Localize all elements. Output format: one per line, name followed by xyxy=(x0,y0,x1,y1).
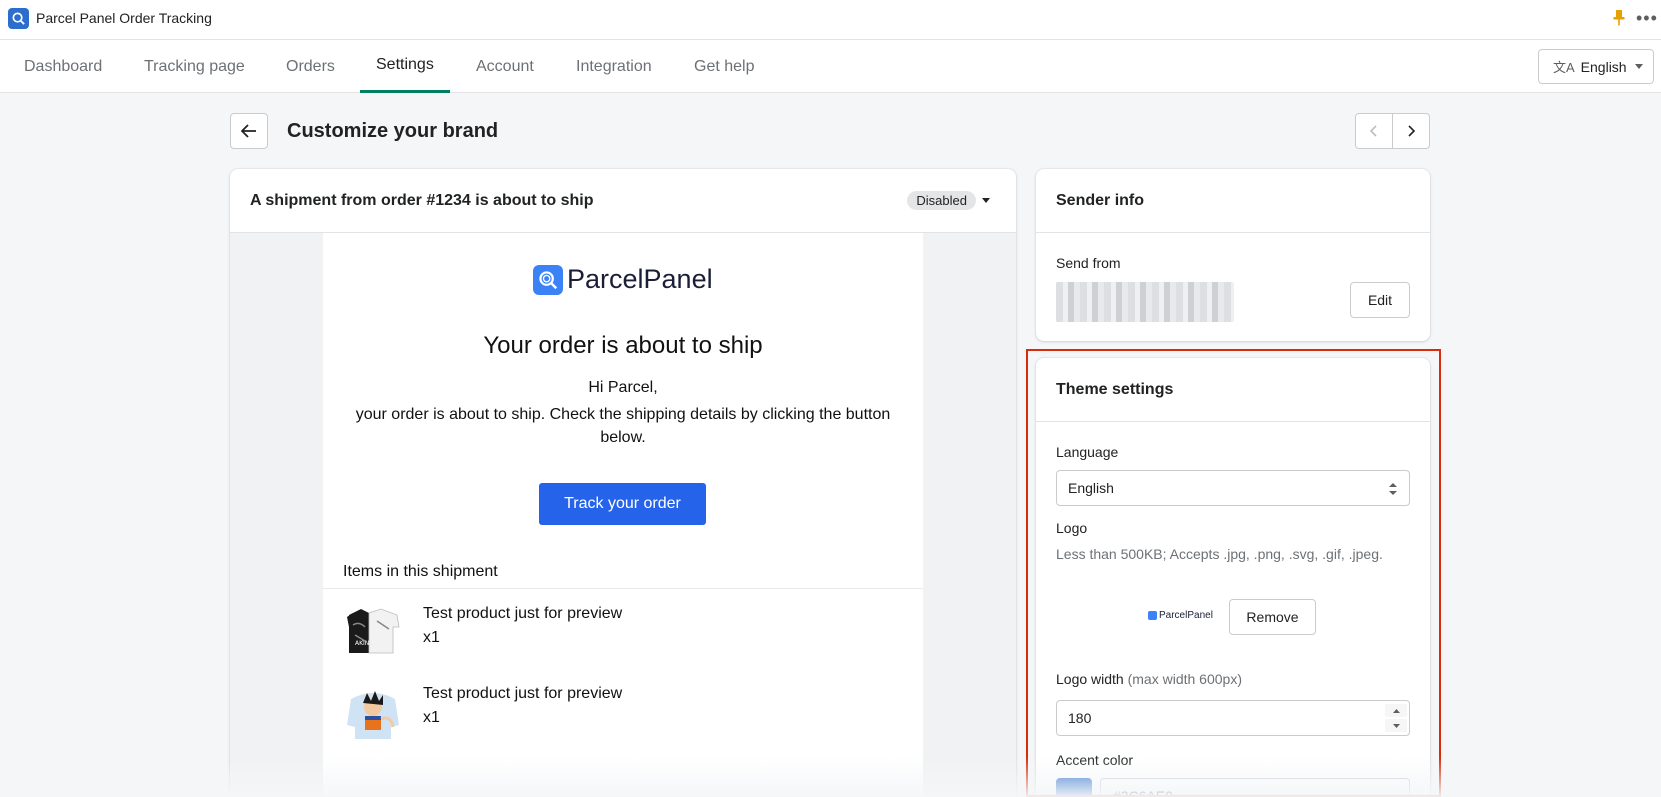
email-logo-text: ParcelPanel xyxy=(567,264,713,294)
tab-orders[interactable]: Orders xyxy=(270,40,351,93)
title-bar: Parcel Panel Order Tracking ••• xyxy=(0,0,1661,40)
more-options-icon[interactable]: ••• xyxy=(1636,8,1658,29)
list-item: Test product just for preview x1 xyxy=(343,685,903,745)
chevron-down-icon xyxy=(1634,64,1643,69)
email-text: your order is about to ship. Check the s… xyxy=(355,406,891,446)
email-greeting: Hi Parcel, xyxy=(588,379,658,396)
product-quantity: x1 xyxy=(423,629,440,646)
email-heading: Your order is about to ship xyxy=(483,332,763,359)
back-button[interactable] xyxy=(230,113,268,149)
tab-dashboard[interactable]: Dashboard xyxy=(8,40,118,93)
tab-tracking-page[interactable]: Tracking page xyxy=(128,40,261,93)
translate-icon: 文A xyxy=(1553,60,1575,75)
sender-info-card: Sender info Send from Edit xyxy=(1036,169,1430,341)
caret-down-icon[interactable] xyxy=(982,198,990,203)
app-logo-icon xyxy=(8,8,29,29)
app-title: Parcel Panel Order Tracking xyxy=(36,10,212,26)
status-badge[interactable]: Disabled xyxy=(907,191,976,210)
arrow-left-icon xyxy=(241,124,256,138)
email-preview-card: A shipment from order #1234 is about to … xyxy=(230,169,1016,797)
product-name: Test product just for preview xyxy=(423,605,623,622)
product-image xyxy=(343,685,403,743)
language-switcher-button[interactable]: 文A English xyxy=(1538,49,1654,84)
language-switcher-label: English xyxy=(1580,58,1627,75)
pin-icon[interactable] xyxy=(1612,9,1626,27)
chevron-left-icon xyxy=(1370,125,1377,137)
main-nav: Dashboard Tracking page Orders Settings … xyxy=(0,40,1661,93)
sender-info-title: Sender info xyxy=(1036,169,1430,233)
chevron-right-icon xyxy=(1408,125,1415,137)
page-title: Customize your brand xyxy=(287,120,499,142)
next-button[interactable] xyxy=(1393,114,1429,148)
track-order-button[interactable]: Track your order xyxy=(539,483,706,525)
tab-get-help[interactable]: Get help xyxy=(678,40,770,93)
items-heading: Items in this shipment xyxy=(343,563,498,580)
redacted-sender-address xyxy=(1056,282,1234,322)
tab-settings[interactable]: Settings xyxy=(360,40,450,93)
product-quantity: x1 xyxy=(423,709,440,726)
previous-button[interactable] xyxy=(1356,114,1393,148)
product-name: Test product just for preview xyxy=(423,685,623,702)
edit-sender-button[interactable]: Edit xyxy=(1350,282,1410,318)
parcelpanel-logo-icon xyxy=(533,264,563,295)
pagination xyxy=(1355,113,1430,149)
email-card-header: A shipment from order #1234 is about to … xyxy=(230,169,1016,233)
tab-integration[interactable]: Integration xyxy=(560,40,668,93)
list-item: AKIN Test product just for preview x1 xyxy=(343,605,903,665)
tab-account[interactable]: Account xyxy=(460,40,550,93)
email-logo: ParcelPanel xyxy=(533,264,713,295)
email-card-title: A shipment from order #1234 is about to … xyxy=(250,191,594,209)
send-from-label: Send from xyxy=(1056,255,1121,271)
product-image: AKIN xyxy=(343,605,403,663)
email-body: ParcelPanel Your order is about to ship … xyxy=(323,233,923,797)
svg-text:AKIN: AKIN xyxy=(355,640,369,647)
highlight-box xyxy=(1026,349,1441,797)
divider xyxy=(323,588,923,589)
